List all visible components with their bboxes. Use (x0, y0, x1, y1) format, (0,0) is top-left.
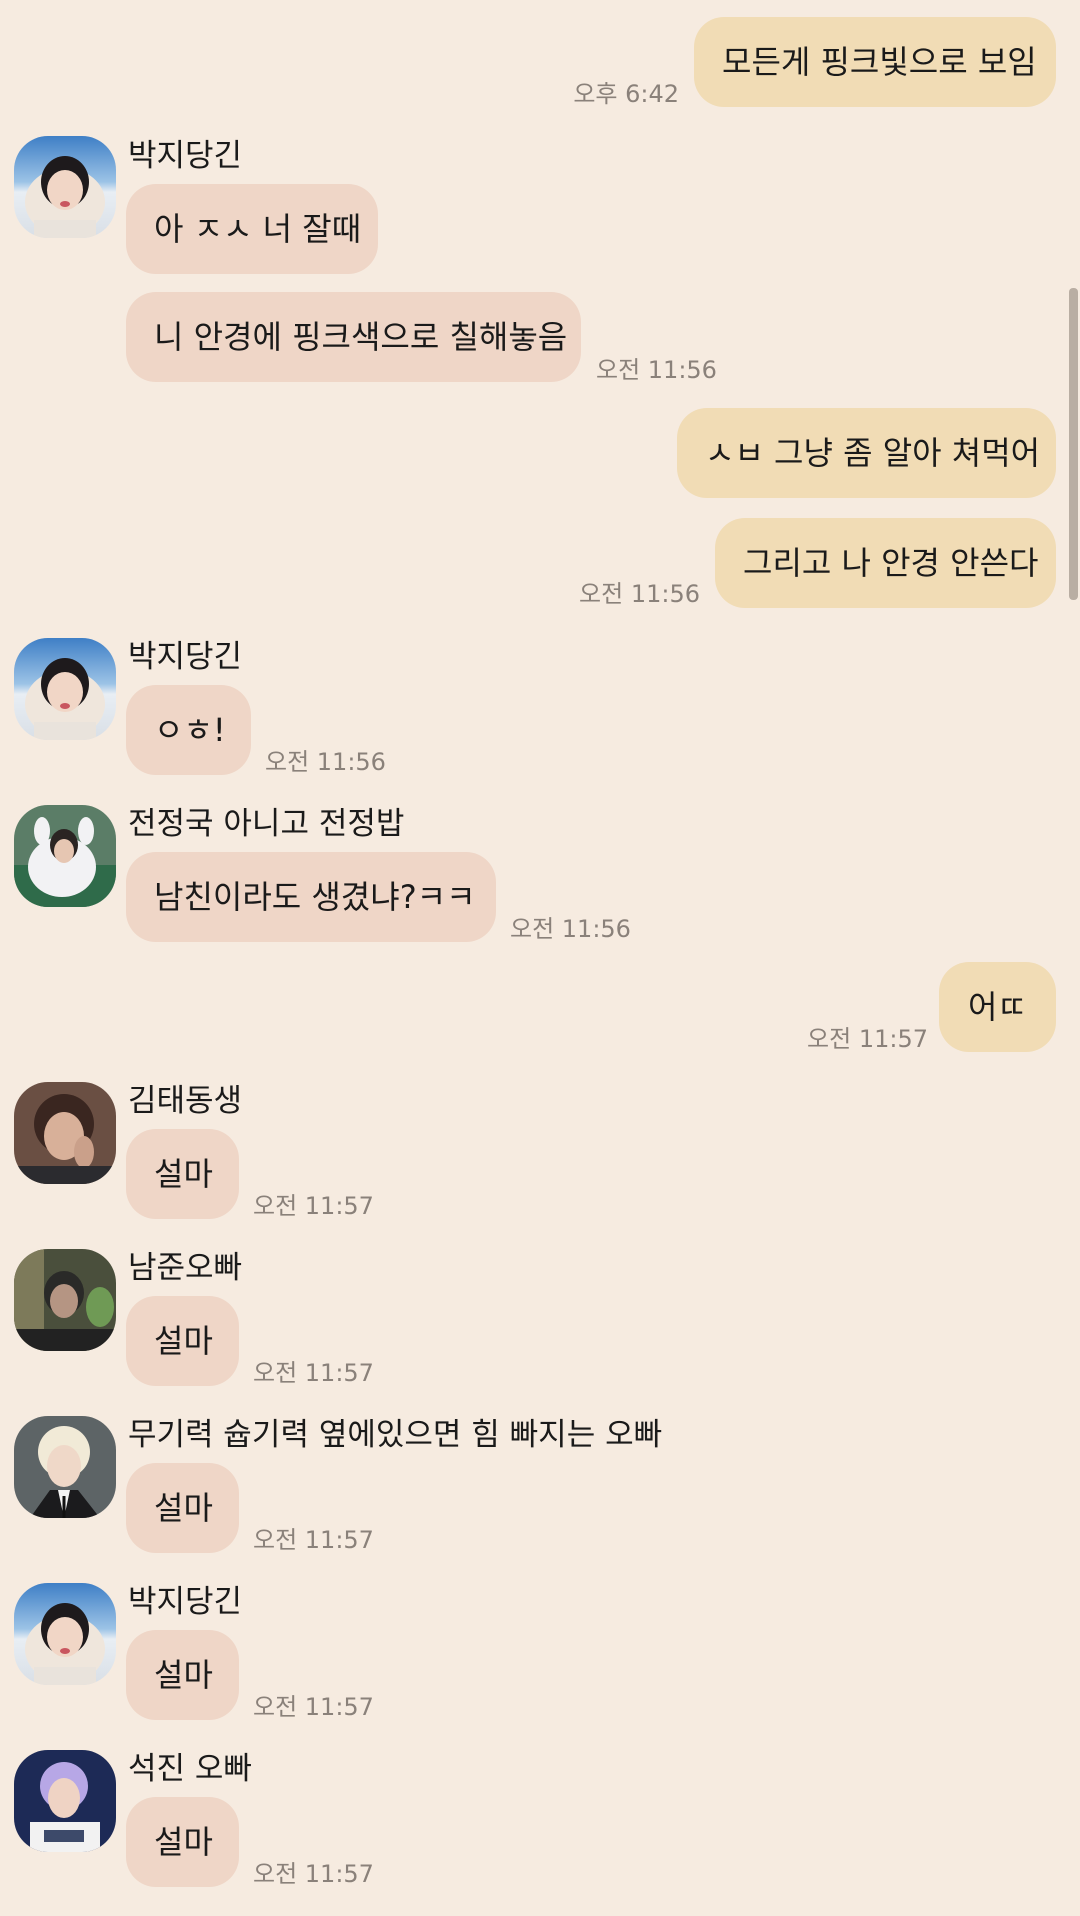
message-timestamp: 오전 11:57 (253, 1526, 374, 1554)
message-bubble-outgoing[interactable]: 그리고 나 안경 안쓴다 (715, 518, 1056, 608)
message-bubble-incoming[interactable]: 남친이라도 생겼냐?ㅋㅋ (126, 852, 496, 942)
message-timestamp: 오전 11:56 (510, 915, 631, 943)
message-timestamp: 오전 11:57 (253, 1693, 374, 1721)
message-bubble-incoming[interactable]: 설마 (126, 1129, 239, 1219)
message-bubble-incoming[interactable]: 아 ㅈㅅ 너 잘때 (126, 184, 378, 274)
sender-name: 전정국 아니고 전정밥 (128, 806, 405, 842)
avatar-taehyung-icon[interactable] (14, 1082, 116, 1184)
message-timestamp: 오전 11:56 (265, 748, 386, 776)
avatar-jimin-icon[interactable] (14, 638, 116, 740)
chat-message-list[interactable]: 모든게 핑크빛으로 보임 오후 6:42 박지당긴 아 ㅈㅅ 너 잘때 니 안경… (0, 0, 1080, 1916)
message-timestamp: 오후 6:42 (573, 80, 679, 108)
avatar-yoongi-icon[interactable] (14, 1416, 116, 1518)
sender-name: 석진 오빠 (128, 1751, 252, 1787)
avatar-jimin-icon[interactable] (14, 136, 116, 238)
message-bubble-incoming[interactable]: 설마 (126, 1296, 239, 1386)
sender-name: 박지당긴 (128, 1584, 243, 1620)
message-bubble-outgoing[interactable]: 모든게 핑크빛으로 보임 (694, 17, 1056, 107)
message-bubble-incoming[interactable]: 설마 (126, 1630, 239, 1720)
message-bubble-outgoing[interactable]: ㅅㅂ 그냥 좀 알아 쳐먹어 (677, 408, 1056, 498)
sender-name: 박지당긴 (128, 138, 243, 174)
message-timestamp: 오전 11:57 (253, 1860, 374, 1888)
sender-name: 김태동생 (128, 1083, 243, 1119)
message-timestamp: 오전 11:57 (253, 1359, 374, 1387)
sender-name: 박지당긴 (128, 639, 243, 675)
avatar-jimin-icon[interactable] (14, 1583, 116, 1685)
message-bubble-incoming[interactable]: 니 안경에 핑크색으로 칠해놓음 (126, 292, 581, 382)
sender-name: 남준오빠 (128, 1250, 243, 1286)
avatar-jungkook-icon[interactable] (14, 805, 116, 907)
message-bubble-incoming[interactable]: 설마 (126, 1463, 239, 1553)
message-bubble-incoming[interactable]: ㅇㅎ! (126, 685, 251, 775)
message-timestamp: 오전 11:57 (807, 1025, 928, 1053)
message-timestamp: 오전 11:56 (579, 580, 700, 608)
avatar-seokjin-icon[interactable] (14, 1750, 116, 1852)
message-bubble-outgoing[interactable]: 어ㄸ (939, 962, 1056, 1052)
scrollbar-thumb[interactable] (1069, 288, 1078, 600)
sender-name: 무기력 슙기력 옆에있으면 힘 빠지는 오빠 (128, 1417, 663, 1453)
message-timestamp: 오전 11:57 (253, 1192, 374, 1220)
message-bubble-incoming[interactable]: 설마 (126, 1797, 239, 1887)
avatar-namjoon-icon[interactable] (14, 1249, 116, 1351)
message-timestamp: 오전 11:56 (596, 356, 717, 384)
